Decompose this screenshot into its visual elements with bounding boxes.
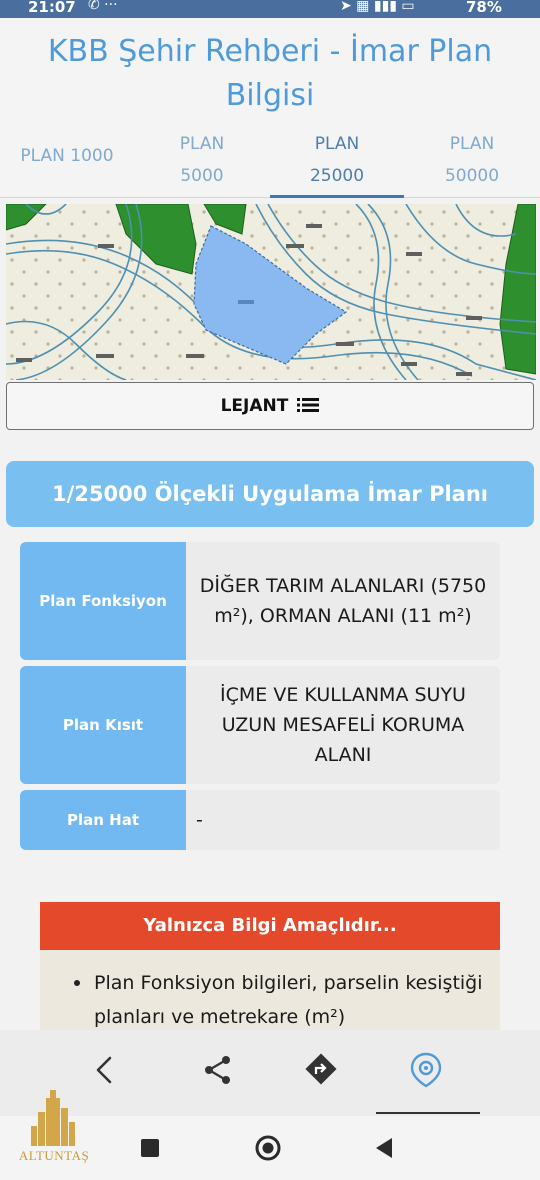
info-row-plan-hat: Plan Hat -: [20, 790, 500, 850]
status-bar: 21:07 ✆ ··· ➤ ▦ ▮▮▮ ▭ 78%: [0, 0, 540, 18]
notice-body: Plan Fonksiyon bilgileri, parselin kesiş…: [40, 950, 500, 1030]
back-icon[interactable]: [86, 1050, 126, 1090]
watermark-logo: ALTUNTAŞ: [12, 1090, 96, 1166]
tab-label-line1: PLAN: [449, 134, 495, 154]
info-row-plan-fonksiyon: Plan Fonksiyon DİĞER TARIM ALANLARI (575…: [20, 542, 500, 660]
legend-button[interactable]: LEJANT: [6, 382, 534, 430]
info-key: Plan Hat: [20, 790, 186, 850]
info-key: Plan Fonksiyon: [20, 542, 186, 660]
page-title: KBB Şehir Rehberi - İmar Plan Bilgisi: [47, 34, 493, 113]
tab-plan-5000[interactable]: PLAN 5000: [140, 128, 264, 192]
info-row-plan-kisit: Plan Kısıt İÇME VE KULLANMA SUYU UZUN ME…: [20, 666, 500, 784]
share-icon[interactable]: [198, 1050, 238, 1090]
recents-icon[interactable]: [132, 1130, 168, 1166]
active-tab-indicator: [270, 195, 404, 198]
signal-icons: ➤ ▦ ▮▮▮ ▭: [340, 0, 415, 14]
tab-label-line1: PLAN: [314, 134, 360, 154]
directions-icon[interactable]: [302, 1050, 342, 1090]
watermark-logo-text: ALTUNTAŞ: [18, 1148, 90, 1163]
info-key: Plan Kısıt: [20, 666, 186, 784]
tab-label-line2: 5000: [180, 166, 224, 186]
info-value: DİĞER TARIM ALANLARI (5750 m²), ORMAN AL…: [199, 575, 487, 627]
toolbar-active-underline: [376, 1112, 480, 1114]
plan-map[interactable]: [6, 204, 536, 380]
battery-level: 78%: [466, 0, 502, 16]
tab-plan-50000[interactable]: PLAN 50000: [410, 128, 534, 192]
info-value: İÇME VE KULLANMA SUYU UZUN MESAFELİ KORU…: [220, 684, 466, 766]
legend-label: LEJANT: [220, 396, 289, 416]
notification-icons: ✆ ···: [88, 0, 118, 13]
tab-label-line2: 25000: [309, 166, 365, 186]
notice-bullet-text: Plan Fonksiyon bilgileri, parselin kesiş…: [94, 972, 483, 1028]
tab-plan-1000[interactable]: PLAN 1000: [8, 140, 126, 172]
home-icon[interactable]: [250, 1130, 286, 1166]
tab-plan-25000[interactable]: PLAN 25000: [272, 128, 402, 192]
building-logo-icon: [31, 1090, 75, 1146]
location-icon[interactable]: [406, 1050, 446, 1090]
plan-scale-title: 1/25000 Ölçekli Uygulama İmar Planı: [6, 461, 534, 527]
tab-label-line2: 50000: [444, 166, 500, 186]
notice-header: Yalnızca Bilgi Amaçlıdır...: [40, 902, 500, 950]
tab-label: PLAN 1000: [20, 146, 114, 166]
bullet-dot: [74, 980, 80, 986]
app-header: KBB Şehir Rehberi - İmar Plan Bilgisi PL…: [0, 18, 540, 198]
status-time: 21:07: [28, 0, 76, 16]
app-content: KBB Şehir Rehberi - İmar Plan Bilgisi PL…: [0, 18, 540, 1030]
list-icon: [297, 397, 320, 412]
back-nav-icon[interactable]: [366, 1130, 402, 1166]
plan-map-drawing: [6, 204, 536, 380]
info-value: -: [196, 809, 203, 831]
tab-label-line1: PLAN: [179, 134, 225, 154]
